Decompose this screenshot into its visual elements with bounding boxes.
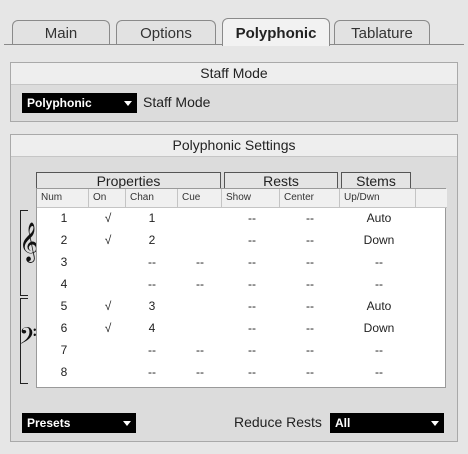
cell-cue[interactable]: [186, 297, 214, 315]
staff-mode-dropdown-value: Polyphonic: [27, 96, 92, 110]
group-stems: Stems: [341, 172, 411, 189]
cell-show[interactable]: --: [237, 209, 267, 227]
cell-on[interactable]: √: [95, 209, 121, 227]
table-row[interactable]: 8 -- -- -- -- --: [37, 363, 447, 381]
polyphonic-settings-title: Polyphonic Settings: [11, 135, 457, 157]
cell-cue[interactable]: --: [186, 275, 214, 293]
cell-on[interactable]: [95, 341, 121, 359]
chevron-down-icon: [124, 101, 132, 106]
table-row[interactable]: 1 √ 1 -- -- Auto: [37, 209, 447, 227]
cell-show[interactable]: --: [237, 363, 267, 381]
cell-chan[interactable]: --: [139, 341, 165, 359]
cell-chan[interactable]: 1: [139, 209, 165, 227]
cell-cue[interactable]: --: [186, 253, 214, 271]
reduce-rests-dropdown[interactable]: All: [330, 413, 444, 433]
cell-show[interactable]: --: [237, 297, 267, 315]
cell-chan[interactable]: --: [139, 253, 165, 271]
cell-center[interactable]: --: [295, 363, 325, 381]
cell-on[interactable]: [95, 275, 121, 293]
cell-updwn[interactable]: --: [351, 275, 407, 293]
table-row[interactable]: 5 √ 3 -- -- Auto: [37, 297, 447, 315]
staff-mode-label: Staff Mode: [143, 94, 211, 110]
cell-on[interactable]: √: [95, 231, 121, 249]
table-row[interactable]: 7 -- -- -- -- --: [37, 341, 447, 359]
cell-updwn[interactable]: Auto: [351, 297, 407, 315]
cell-updwn[interactable]: Down: [351, 319, 407, 337]
col-cue: Cue: [178, 189, 222, 207]
cell-updwn[interactable]: --: [351, 363, 407, 381]
cell-chan[interactable]: --: [139, 363, 165, 381]
cell-num[interactable]: 8: [49, 363, 79, 381]
cell-num[interactable]: 3: [49, 253, 79, 271]
col-updwn: Up/Dwn: [340, 189, 416, 207]
tab-tablature[interactable]: Tablature: [334, 20, 430, 44]
table-row[interactable]: 6 √ 4 -- -- Down: [37, 319, 447, 337]
cell-updwn[interactable]: --: [351, 341, 407, 359]
table-header: Num On Chan Cue Show Center Up/Dwn: [37, 189, 447, 208]
tab-options[interactable]: Options: [116, 20, 216, 44]
cell-chan[interactable]: --: [139, 275, 165, 293]
cell-center[interactable]: --: [295, 275, 325, 293]
staff-mode-section-title: Staff Mode: [11, 63, 457, 85]
presets-label: Presets: [27, 416, 71, 430]
cell-center[interactable]: --: [295, 297, 325, 315]
cell-on[interactable]: [95, 253, 121, 271]
cell-num[interactable]: 4: [49, 275, 79, 293]
col-on: On: [89, 189, 126, 207]
cell-center[interactable]: --: [295, 253, 325, 271]
cell-show[interactable]: --: [237, 253, 267, 271]
staff-mode-section: Staff Mode: [10, 62, 458, 122]
cell-on[interactable]: √: [95, 297, 121, 315]
col-chan: Chan: [126, 189, 178, 207]
cell-num[interactable]: 6: [49, 319, 79, 337]
cell-show[interactable]: --: [237, 275, 267, 293]
tab-polyphonic[interactable]: Polyphonic: [222, 18, 330, 46]
cell-num[interactable]: 5: [49, 297, 79, 315]
cell-show[interactable]: --: [237, 231, 267, 249]
tab-main[interactable]: Main: [12, 20, 110, 44]
table-row[interactable]: 2 √ 2 -- -- Down: [37, 231, 447, 249]
cell-cue[interactable]: --: [186, 341, 214, 359]
chevron-down-icon: [431, 421, 439, 426]
cell-updwn[interactable]: Auto: [351, 209, 407, 227]
staff-mode-dropdown[interactable]: Polyphonic: [22, 93, 137, 113]
table-row[interactable]: 4 -- -- -- -- --: [37, 275, 447, 293]
cell-num[interactable]: 1: [49, 209, 79, 227]
col-center: Center: [280, 189, 340, 207]
bass-clef-icon: 𝄢: [19, 322, 38, 355]
cell-updwn[interactable]: Down: [351, 231, 407, 249]
cell-show[interactable]: --: [237, 341, 267, 359]
cell-updwn[interactable]: --: [351, 253, 407, 271]
presets-dropdown[interactable]: Presets: [22, 413, 136, 433]
cell-center[interactable]: --: [295, 341, 325, 359]
col-num: Num: [37, 189, 89, 207]
cell-chan[interactable]: 2: [139, 231, 165, 249]
cell-num[interactable]: 7: [49, 341, 79, 359]
cell-center[interactable]: --: [295, 319, 325, 337]
cell-chan[interactable]: 3: [139, 297, 165, 315]
reduce-rests-value: All: [335, 416, 351, 430]
cell-on[interactable]: √: [95, 319, 121, 337]
reduce-rests-label: Reduce Rests: [234, 414, 322, 430]
cell-on[interactable]: [95, 363, 121, 381]
group-rests: Rests: [224, 172, 338, 189]
cell-num[interactable]: 2: [49, 231, 79, 249]
cell-cue[interactable]: [186, 209, 214, 227]
cell-cue[interactable]: --: [186, 363, 214, 381]
table-row[interactable]: 3 -- -- -- -- --: [37, 253, 447, 271]
cell-chan[interactable]: 4: [139, 319, 165, 337]
cell-center[interactable]: --: [295, 209, 325, 227]
cell-cue[interactable]: [186, 319, 214, 337]
col-show: Show: [222, 189, 280, 207]
group-properties: Properties: [36, 172, 221, 189]
cell-show[interactable]: --: [237, 319, 267, 337]
cell-center[interactable]: --: [295, 231, 325, 249]
voices-table: Num On Chan Cue Show Center Up/Dwn 1 √ 1 --…: [36, 188, 447, 388]
cell-cue[interactable]: [186, 231, 214, 249]
chevron-down-icon: [123, 421, 131, 426]
